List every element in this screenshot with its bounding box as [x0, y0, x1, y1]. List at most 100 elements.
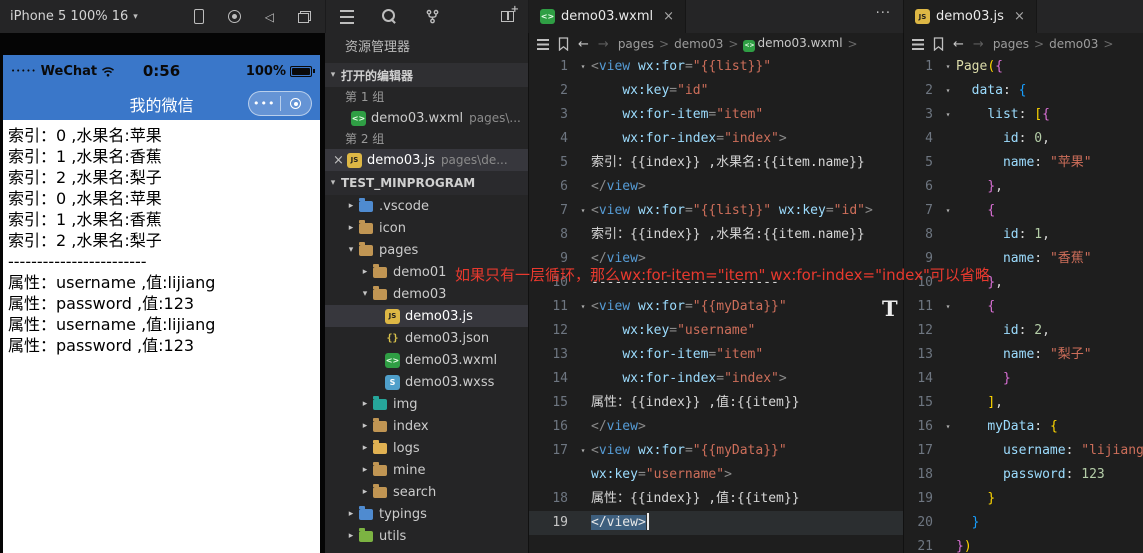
search-icon[interactable]	[382, 9, 397, 24]
tree-item-demo03[interactable]: ▾demo03	[325, 283, 528, 305]
code-line-15[interactable]: 15 ],	[904, 391, 1143, 415]
breadcrumb-item-pages[interactable]: pages	[618, 37, 654, 51]
code-line-wrap[interactable]: wx:key="username">	[529, 463, 903, 487]
fold-chevron-icon[interactable]: ▾	[575, 199, 591, 223]
code-line-12[interactable]: 12 id: 2,	[904, 319, 1143, 343]
code-line-3[interactable]: 3▾ list: [{	[904, 103, 1143, 127]
tree-item-demo03.wxml[interactable]: <>demo03.wxml	[325, 349, 528, 371]
fold-chevron-icon[interactable]: ▾	[940, 79, 956, 103]
open-editor-demo03.js[interactable]: ×JSdemo03.jspages\de...	[325, 149, 528, 171]
code-line-19[interactable]: 19</view>	[529, 511, 903, 535]
tree-item-.vscode[interactable]: ▸.vscode	[325, 195, 528, 217]
code-line-13[interactable]: 13 name: "梨子"	[904, 343, 1143, 367]
tree-item-logs[interactable]: ▸logs	[325, 437, 528, 459]
device-icon[interactable]	[194, 9, 204, 24]
fold-chevron-icon[interactable]: ▾	[940, 415, 956, 439]
tree-item-mine[interactable]: ▸mine	[325, 459, 528, 481]
fold-chevron-icon[interactable]: ▾	[940, 199, 956, 223]
code-line-21[interactable]: 21})	[904, 535, 1143, 553]
code-line-1[interactable]: 1▾Page({	[904, 55, 1143, 79]
forward-arrow-icon[interactable]: →	[973, 37, 984, 52]
code-line-5[interactable]: 5索引：{{index}} ,水果名:{{item.name}}	[529, 151, 903, 175]
speaker-icon[interactable]: ◁	[265, 11, 274, 23]
code-line-3[interactable]: 3 wx:for-item="item"	[529, 103, 903, 127]
code-line-16[interactable]: 16▾ myData: {	[904, 415, 1143, 439]
tree-item-index[interactable]: ▸index	[325, 415, 528, 437]
close-icon[interactable]: ×	[663, 9, 674, 24]
tree-item-pages[interactable]: ▾pages	[325, 239, 528, 261]
multi-window-icon[interactable]	[298, 11, 311, 23]
code-line-17[interactable]: 17▾<view wx:for="{{myData}}"	[529, 439, 903, 463]
code-line-4[interactable]: 4 id: 0,	[904, 127, 1143, 151]
open-editor-demo03.wxml[interactable]: <>demo03.wxmlpages\...	[325, 107, 528, 129]
back-arrow-icon[interactable]: ←	[578, 37, 589, 52]
breadcrumb[interactable]: pages>demo03>	[993, 37, 1114, 51]
code-area-js[interactable]: 1▾Page({2▾ data: {3▾ list: [{4 id: 0,5 n…	[904, 55, 1143, 553]
code-line-11[interactable]: 11▾<view wx:for="{{myData}}"	[529, 295, 903, 319]
open-editors-header[interactable]: ▾ 打开的编辑器	[325, 63, 528, 87]
code-line-7[interactable]: 7▾ {	[904, 199, 1143, 223]
fold-chevron-icon[interactable]: ▾	[940, 295, 956, 319]
code-line-6[interactable]: 6 },	[904, 175, 1143, 199]
minimize-icon[interactable]	[281, 98, 312, 109]
branch-icon[interactable]	[425, 9, 440, 24]
code-line-13[interactable]: 13 wx:for-item="item"	[529, 343, 903, 367]
code-line-6[interactable]: 6</view>	[529, 175, 903, 199]
code-line-1[interactable]: 1▾<view wx:for="{{list}}"	[529, 55, 903, 79]
code-line-8[interactable]: 8索引：{{index}} ,水果名:{{item.name}}	[529, 223, 903, 247]
tree-item-icon[interactable]: ▸icon	[325, 217, 528, 239]
project-header[interactable]: ▾ TEST_MINPROGRAM	[325, 171, 528, 195]
breadcrumb-item-pages[interactable]: pages	[993, 37, 1029, 51]
split-editor-icon[interactable]	[501, 11, 514, 22]
fold-chevron-icon[interactable]: ▾	[575, 439, 591, 463]
code-line-2[interactable]: 2 wx:key="id"	[529, 79, 903, 103]
code-line-17[interactable]: 17 username: "lijiang",	[904, 439, 1143, 463]
code-line-18[interactable]: 18属性：{{index}} ,值:{{item}}	[529, 487, 903, 511]
more-menu-icon[interactable]: •••	[249, 92, 280, 115]
code-line-8[interactable]: 8 id: 1,	[904, 223, 1143, 247]
breadcrumb-item-demo03.wxml[interactable]: <>demo03.wxml	[743, 36, 842, 52]
code-line-4[interactable]: 4 wx:for-index="index">	[529, 127, 903, 151]
tree-item-utils[interactable]: ▸utils	[325, 525, 528, 547]
back-arrow-icon[interactable]: ←	[953, 37, 964, 52]
tree-item-demo03.js[interactable]: JSdemo03.js	[325, 305, 528, 327]
breadcrumb[interactable]: pages>demo03><>demo03.wxml>	[618, 36, 858, 52]
close-icon[interactable]: ×	[1014, 9, 1025, 24]
menu-icon[interactable]	[340, 10, 354, 24]
tree-item-demo03.json[interactable]: {}demo03.json	[325, 327, 528, 349]
close-icon[interactable]: ×	[330, 153, 347, 168]
fold-chevron-icon[interactable]: ▾	[575, 55, 591, 79]
code-line-15[interactable]: 15属性：{{index}} ,值:{{item}}	[529, 391, 903, 415]
code-line-20[interactable]: 20 }	[904, 511, 1143, 535]
tree-item-typings[interactable]: ▸typings	[325, 503, 528, 525]
list-icon[interactable]	[912, 39, 924, 50]
code-line-2[interactable]: 2▾ data: {	[904, 79, 1143, 103]
code-line-18[interactable]: 18 password: 123	[904, 463, 1143, 487]
code-line-14[interactable]: 14 wx:for-index="index">	[529, 367, 903, 391]
tree-item-img[interactable]: ▸img	[325, 393, 528, 415]
tree-item-search[interactable]: ▸search	[325, 481, 528, 503]
code-line-16[interactable]: 16</view>	[529, 415, 903, 439]
list-icon[interactable]	[537, 39, 549, 50]
tab-demo03-js[interactable]: JS demo03.js ×	[904, 0, 1037, 33]
code-line-5[interactable]: 5 name: "苹果"	[904, 151, 1143, 175]
forward-arrow-icon[interactable]: →	[598, 37, 609, 52]
code-area-wxml[interactable]: 1▾<view wx:for="{{list}}"2 wx:key="id"3 …	[529, 55, 903, 535]
code-line-12[interactable]: 12 wx:key="username"	[529, 319, 903, 343]
bookmark-icon[interactable]	[933, 37, 944, 51]
capsule-menu[interactable]: •••	[248, 91, 312, 116]
code-line-7[interactable]: 7▾<view wx:for="{{list}}" wx:key="id">	[529, 199, 903, 223]
code-line-11[interactable]: 11▾ {	[904, 295, 1143, 319]
breadcrumb-item-demo03[interactable]: demo03	[674, 37, 723, 51]
fold-chevron-icon[interactable]: ▾	[940, 55, 956, 79]
fold-chevron-icon[interactable]: ▾	[575, 295, 591, 319]
tab-demo03-wxml[interactable]: <> demo03.wxml ×	[529, 0, 686, 33]
more-actions-icon[interactable]: ···	[876, 0, 903, 33]
fold-chevron-icon[interactable]: ▾	[940, 103, 956, 127]
breadcrumb-item-demo03[interactable]: demo03	[1049, 37, 1098, 51]
device-selector[interactable]: iPhone 5 100% 16 ▾	[0, 9, 138, 24]
record-icon[interactable]	[228, 10, 241, 23]
tree-item-demo03.wxss[interactable]: Sdemo03.wxss	[325, 371, 528, 393]
code-line-14[interactable]: 14 }	[904, 367, 1143, 391]
code-line-19[interactable]: 19 }	[904, 487, 1143, 511]
